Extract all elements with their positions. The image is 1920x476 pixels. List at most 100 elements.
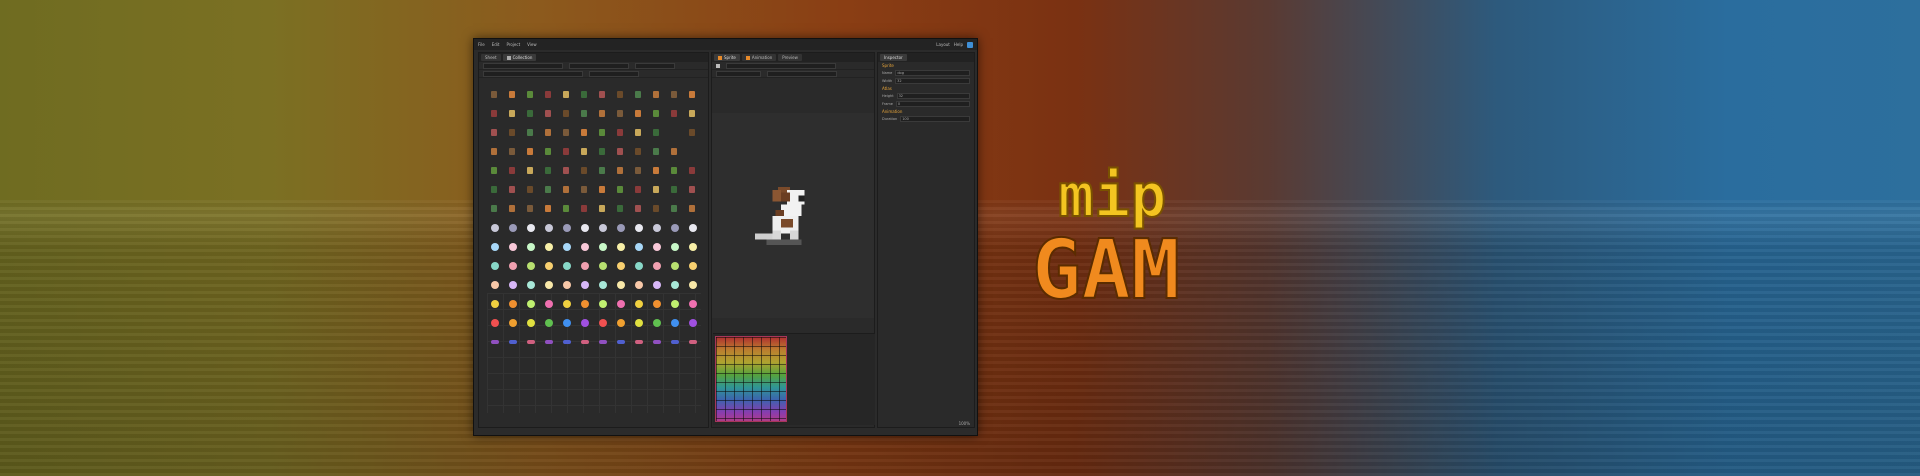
item-thumbnail[interactable] <box>527 224 535 232</box>
item-thumbnail[interactable] <box>491 300 499 308</box>
item-thumbnail[interactable] <box>491 243 499 251</box>
item-thumbnail[interactable] <box>545 340 553 344</box>
sprite-thumbnail[interactable] <box>509 110 515 117</box>
item-thumbnail[interactable] <box>635 300 643 308</box>
tab-collection[interactable]: Collection <box>502 54 537 61</box>
item-thumbnail[interactable] <box>653 262 661 270</box>
item-thumbnail[interactable] <box>545 243 553 251</box>
sprite-thumbnail[interactable] <box>617 110 623 117</box>
menu-layout[interactable]: Layout <box>936 42 950 47</box>
sprite-thumbnail[interactable] <box>653 167 659 174</box>
sprite-path-field[interactable] <box>726 62 836 69</box>
item-thumbnail[interactable] <box>527 243 535 251</box>
item-thumbnail[interactable] <box>581 243 589 251</box>
sprite-thumbnail[interactable] <box>545 205 551 212</box>
frame-field[interactable]: 0 <box>895 101 970 107</box>
sprite-thumbnail[interactable] <box>491 205 497 212</box>
item-thumbnail[interactable] <box>599 262 607 270</box>
item-thumbnail[interactable] <box>581 300 589 308</box>
item-thumbnail[interactable] <box>671 319 679 327</box>
item-thumbnail[interactable] <box>509 340 517 344</box>
menu-project[interactable]: Project <box>506 42 520 47</box>
item-thumbnail[interactable] <box>689 281 697 289</box>
sprite-thumbnail[interactable] <box>653 129 659 136</box>
sprite-thumbnail[interactable] <box>527 186 533 193</box>
sprite-thumbnail[interactable] <box>689 110 695 117</box>
window-control-icon[interactable] <box>967 41 973 48</box>
item-thumbnail[interactable] <box>581 224 589 232</box>
sprite-thumbnail[interactable] <box>653 205 659 212</box>
item-thumbnail[interactable] <box>635 281 643 289</box>
item-thumbnail[interactable] <box>617 340 625 344</box>
tab-animation[interactable]: Animation <box>741 54 777 61</box>
sprite-thumbnail[interactable] <box>617 129 623 136</box>
sprite-thumbnail[interactable] <box>599 91 605 98</box>
sprite-thumbnail[interactable] <box>491 186 497 193</box>
item-thumbnail[interactable] <box>563 262 571 270</box>
item-thumbnail[interactable] <box>653 224 661 232</box>
sprite-thumbnail[interactable] <box>653 148 659 155</box>
item-thumbnail[interactable] <box>527 300 535 308</box>
item-thumbnail[interactable] <box>635 319 643 327</box>
sprite-thumbnail[interactable] <box>527 91 533 98</box>
sprite-thumbnail[interactable] <box>635 129 641 136</box>
item-thumbnail[interactable] <box>509 300 517 308</box>
option-field-2[interactable] <box>767 70 837 77</box>
height-field[interactable]: 32 <box>896 93 970 99</box>
sprite-thumbnail[interactable] <box>563 186 569 193</box>
item-thumbnail[interactable] <box>563 281 571 289</box>
item-thumbnail[interactable] <box>509 281 517 289</box>
sprite-thumbnail[interactable] <box>689 167 695 174</box>
item-thumbnail[interactable] <box>653 300 661 308</box>
item-thumbnail[interactable] <box>689 243 697 251</box>
sprite-thumbnail[interactable] <box>527 110 533 117</box>
item-thumbnail[interactable] <box>671 224 679 232</box>
item-thumbnail[interactable] <box>563 224 571 232</box>
sprite-thumbnail[interactable] <box>671 167 677 174</box>
item-thumbnail[interactable] <box>527 340 535 344</box>
sprite-thumbnail[interactable] <box>671 205 677 212</box>
item-thumbnail[interactable] <box>689 340 697 344</box>
sprite-thumbnail[interactable] <box>563 129 569 136</box>
item-thumbnail[interactable] <box>617 281 625 289</box>
sprite-thumbnail[interactable] <box>599 110 605 117</box>
item-thumbnail[interactable] <box>635 243 643 251</box>
item-thumbnail[interactable] <box>689 262 697 270</box>
tab-preview[interactable]: Preview <box>778 54 802 61</box>
sprite-thumbnail[interactable] <box>617 205 623 212</box>
item-thumbnail[interactable] <box>599 300 607 308</box>
sprite-thumbnail[interactable] <box>581 148 587 155</box>
item-thumbnail[interactable] <box>491 319 499 327</box>
sprite-thumbnail[interactable] <box>509 91 515 98</box>
item-thumbnail[interactable] <box>527 262 535 270</box>
sprite-thumbnail[interactable] <box>545 148 551 155</box>
sprite-thumbnail[interactable] <box>491 110 497 117</box>
sprite-thumbnail[interactable] <box>545 110 551 117</box>
filter-input[interactable] <box>483 62 563 69</box>
sprite-thumbnail[interactable] <box>545 186 551 193</box>
item-thumbnail[interactable] <box>545 224 553 232</box>
sprite-thumbnail[interactable] <box>527 129 533 136</box>
item-thumbnail[interactable] <box>491 340 499 344</box>
sprite-thumbnail[interactable] <box>581 129 587 136</box>
item-thumbnail[interactable] <box>527 319 535 327</box>
sprite-thumbnail[interactable] <box>581 167 587 174</box>
item-thumbnail[interactable] <box>545 319 553 327</box>
spritesheet-frames[interactable] <box>715 336 787 422</box>
item-thumbnail[interactable] <box>671 281 679 289</box>
sprite-thumbnail[interactable] <box>599 148 605 155</box>
item-thumbnail[interactable] <box>671 243 679 251</box>
sprite-thumbnail[interactable] <box>599 205 605 212</box>
item-thumbnail[interactable] <box>563 243 571 251</box>
duration-field[interactable]: 100 <box>900 116 970 122</box>
item-thumbnail[interactable] <box>599 319 607 327</box>
item-thumbnail[interactable] <box>527 281 535 289</box>
item-thumbnail[interactable] <box>563 319 571 327</box>
item-thumbnail[interactable] <box>617 300 625 308</box>
sprite-thumbnail[interactable] <box>581 91 587 98</box>
item-thumbnail[interactable] <box>617 262 625 270</box>
sprite-thumbnail[interactable] <box>599 129 605 136</box>
tab-sprite[interactable]: Sprite <box>714 54 740 61</box>
spritesheet-view[interactable] <box>713 333 875 425</box>
item-thumbnail[interactable] <box>545 262 553 270</box>
